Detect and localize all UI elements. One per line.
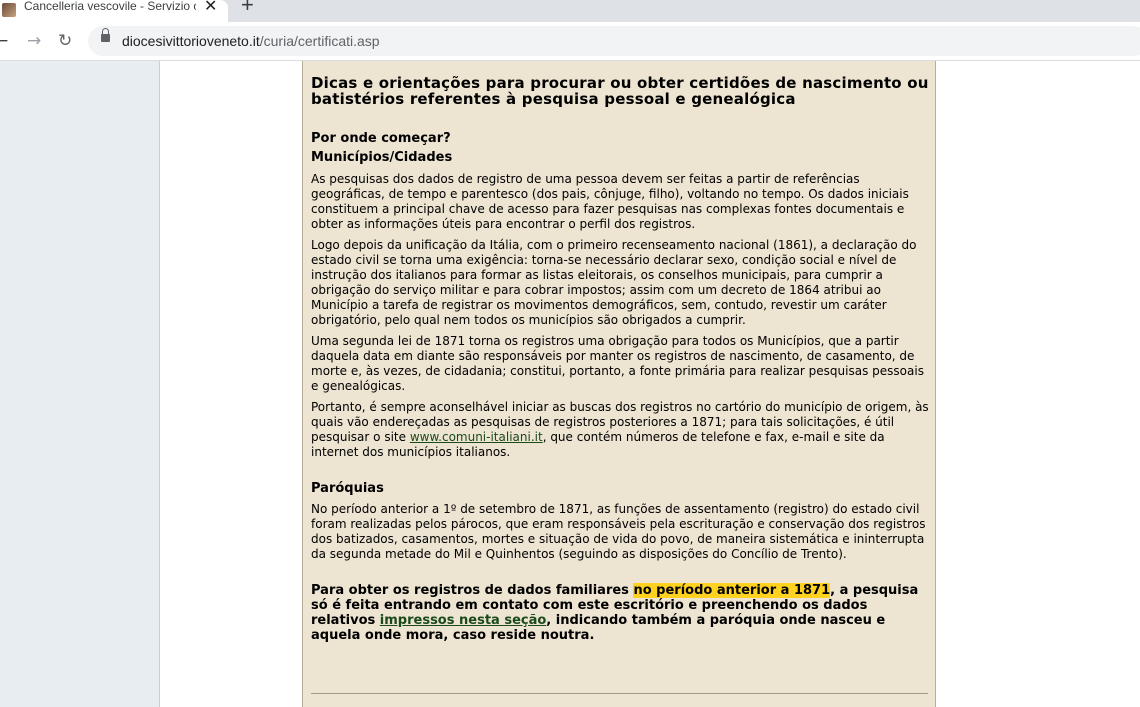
close-tab-icon[interactable]: ✕ — [204, 0, 217, 14]
tab-strip: Cancelleria vescovile - Servizio ce ✕ + — [0, 0, 1140, 22]
browser-tab[interactable]: Cancelleria vescovile - Servizio ce ✕ — [0, 0, 228, 22]
new-tab-button[interactable]: + — [241, 0, 254, 16]
web-page: Dicas e orientações para procurar ou obt… — [0, 61, 1140, 707]
horizontal-divider — [311, 693, 928, 694]
subsection-heading-municipios: Municípios/Cidades — [311, 150, 453, 165]
back-arrow-icon[interactable]: ← — [0, 31, 8, 51]
site-favicon-icon — [2, 3, 16, 17]
section-heading-start: Por onde começar? — [311, 131, 451, 146]
comuni-italiani-link[interactable]: www.comuni-italiani.it — [410, 430, 543, 444]
reload-icon[interactable]: ↻ — [58, 31, 72, 51]
paragraph-2: Logo depois da unificação da Itália, com… — [311, 238, 917, 327]
url-text[interactable]: diocesivittorioveneto.it/curia/certifica… — [122, 32, 380, 50]
lock-icon[interactable] — [101, 28, 110, 42]
paragraph-6: Para obter os registros de dados familia… — [311, 583, 931, 643]
article-title: Dicas e orientações para procurar ou obt… — [311, 74, 929, 108]
tab-title: Cancelleria vescovile - Servizio ce — [24, 0, 196, 13]
section-heading-paroquias: Paróquias — [311, 481, 384, 496]
paragraph-4: Portanto, é sempre aconselhável iniciar … — [311, 400, 931, 460]
article-body: Dicas e orientações para procurar ou obt… — [311, 75, 931, 643]
highlighted-period: no período anterior a 1871 — [633, 583, 831, 598]
forward-arrow-icon[interactable]: → — [27, 31, 41, 51]
paragraph-1: As pesquisas dos dados de registro de um… — [311, 172, 909, 231]
impressos-link[interactable]: impressos nesta seção — [380, 613, 547, 628]
left-sidebar-panel — [0, 61, 160, 707]
url-path: /curia/certificati.asp — [259, 33, 380, 49]
paragraph-3: Uma segunda lei de 1871 torna os registr… — [311, 334, 924, 393]
url-domain: diocesivittorioveneto.it — [122, 33, 260, 49]
paragraph-6-text: Para obter os registros de dados familia… — [311, 583, 634, 598]
paragraph-5: No período anterior a 1º de setembro de … — [311, 502, 926, 561]
article-panel: Dicas e orientações para procurar ou obt… — [302, 61, 936, 707]
